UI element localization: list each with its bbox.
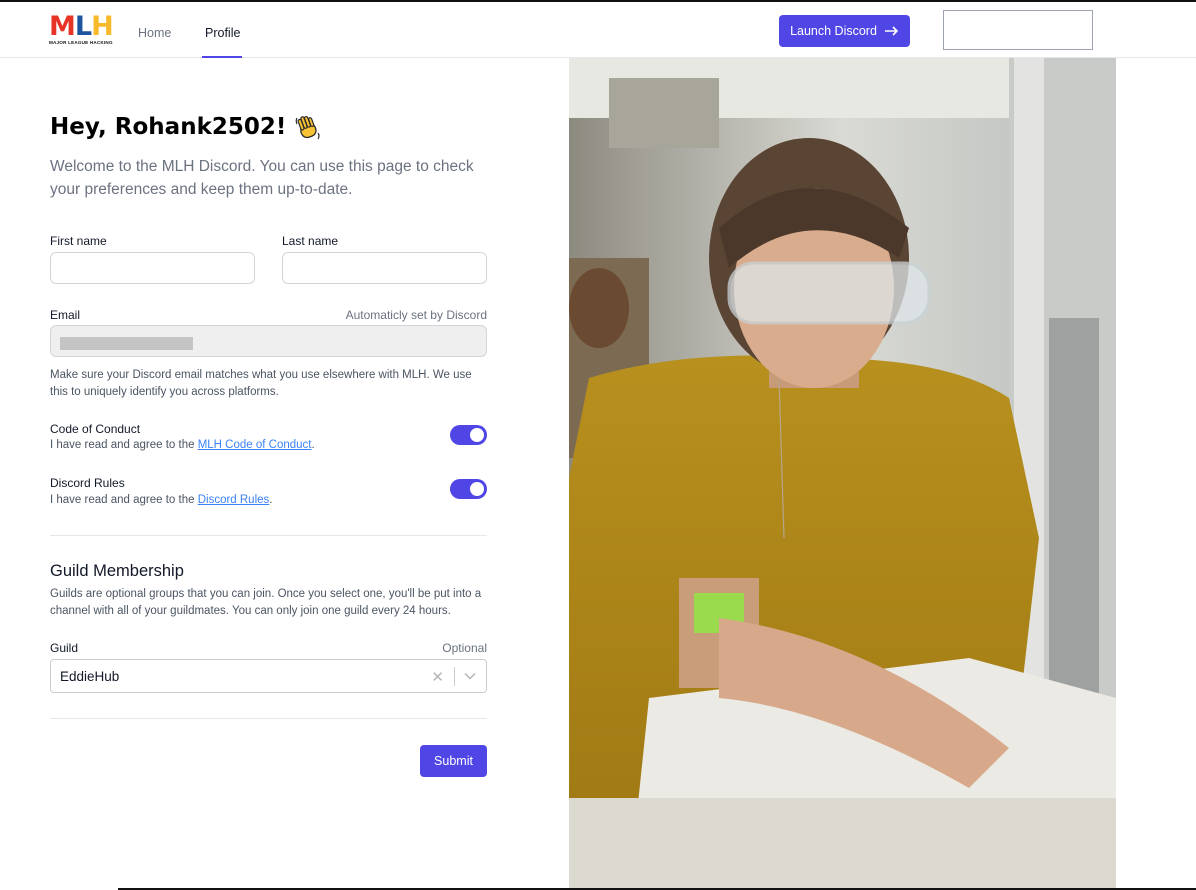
- code-of-conduct-title: Code of Conduct: [50, 422, 141, 436]
- page-greeting: Hey, Rohank2502!: [50, 113, 322, 141]
- section-divider: [50, 718, 487, 719]
- email-hint: Automaticly set by Discord: [345, 308, 487, 322]
- guild-description: Guilds are optional groups that you can …: [50, 588, 482, 617]
- arrow-right-icon: [884, 26, 899, 36]
- last-name-input[interactable]: [282, 252, 487, 284]
- email-field: [50, 325, 487, 357]
- mlh-logo[interactable]: MLH MAJOR LEAGUE HACKING: [49, 11, 117, 47]
- submit-button[interactable]: Submit: [420, 745, 487, 777]
- last-name-label: Last name: [282, 234, 339, 248]
- email-label: Email: [50, 308, 81, 322]
- top-navigation-bar: MLH MAJOR LEAGUE HACKING Home Profile La…: [0, 0, 1196, 58]
- section-divider: [50, 535, 487, 536]
- nav-profile-link[interactable]: Profile: [205, 26, 240, 40]
- discord-rules-title: Discord Rules: [50, 476, 125, 490]
- guild-select[interactable]: EddieHub ✕: [50, 659, 487, 693]
- launch-discord-label: Launch Discord: [790, 24, 877, 38]
- code-of-conduct-prefix: I have read and agree to the: [50, 439, 198, 451]
- workshop-photo-illustration: [569, 58, 1116, 890]
- chevron-down-icon[interactable]: [464, 672, 476, 680]
- code-of-conduct-text: I have read and agree to the MLH Code of…: [50, 439, 315, 451]
- guild-optional-hint: Optional: [442, 641, 487, 655]
- toggle-knob: [470, 482, 484, 496]
- user-menu-box[interactable]: [943, 10, 1093, 50]
- select-separator: [454, 667, 455, 686]
- redacted-email: [60, 337, 193, 350]
- guild-selected-value: EddieHub: [60, 669, 120, 684]
- code-of-conduct-toggle[interactable]: [450, 425, 487, 445]
- discord-rules-text: I have read and agree to the Discord Rul…: [50, 494, 272, 506]
- email-help-text: Make sure your Discord email matches wha…: [50, 369, 472, 398]
- launch-discord-button[interactable]: Launch Discord: [779, 15, 910, 47]
- toggle-knob: [470, 428, 484, 442]
- nav-home-link[interactable]: Home: [138, 26, 171, 40]
- close-icon[interactable]: ✕: [431, 668, 444, 686]
- code-of-conduct-suffix: .: [311, 439, 315, 451]
- hero-photo: [569, 58, 1116, 890]
- first-name-input[interactable]: [50, 252, 255, 284]
- discord-rules-prefix: I have read and agree to the: [50, 494, 198, 506]
- discord-rules-toggle[interactable]: [450, 479, 487, 499]
- mlh-code-of-conduct-link[interactable]: MLH Code of Conduct: [198, 439, 312, 451]
- intro-text: Welcome to the MLH Discord. You can use …: [50, 158, 474, 198]
- greeting-text: Hey, Rohank2502!: [50, 114, 287, 140]
- guild-membership-title: Guild Membership: [50, 562, 184, 580]
- waving-hand-icon: [296, 115, 320, 140]
- discord-rules-suffix: .: [269, 494, 273, 506]
- guild-label: Guild: [50, 641, 79, 655]
- discord-rules-link[interactable]: Discord Rules: [198, 494, 270, 506]
- first-name-label: First name: [50, 234, 107, 248]
- logo-wordmark: MLH: [49, 11, 114, 42]
- logo-tagline: MAJOR LEAGUE HACKING: [49, 40, 113, 45]
- active-tab-indicator: [202, 56, 242, 58]
